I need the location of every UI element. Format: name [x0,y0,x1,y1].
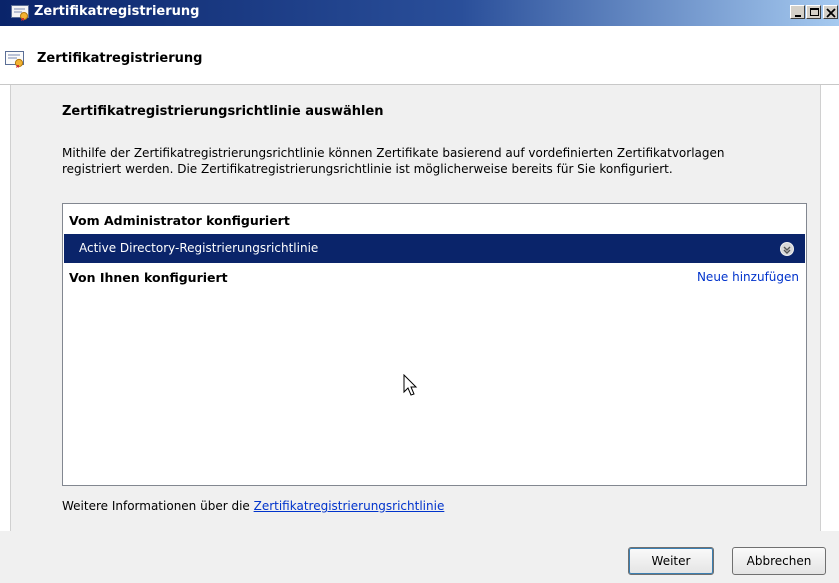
mouse-cursor-icon [403,373,419,401]
close-icon [826,8,836,18]
close-button[interactable] [823,5,838,19]
wizard-header: Zertifikatregistrierung [0,26,839,85]
policy-list[interactable]: Vom Administrator konfiguriert Active Di… [62,203,807,486]
group-header-admin: Vom Administrator konfiguriert [69,213,290,228]
minimize-button[interactable] [790,5,805,19]
window-title: Zertifikatregistrierung [34,4,200,19]
certificate-icon [11,5,29,24]
policy-item-active-directory[interactable]: Active Directory-Registrierungsrichtlini… [64,234,805,263]
wizard-content: Zertifikatregistrierungsrichtlinie auswä… [10,85,821,531]
wizard-footer: Weiter Abbrechen [0,531,839,583]
section-title: Zertifikatregistrierungsrichtlinie auswä… [62,104,384,119]
next-button[interactable]: Weiter [628,547,714,575]
certificate-icon [5,51,25,71]
page-title: Zertifikatregistrierung [37,51,203,66]
expand-details-icon[interactable] [779,241,795,260]
title-bar[interactable]: Zertifikatregistrierung [0,0,839,26]
maximize-button[interactable] [806,5,821,19]
more-info-text: Weitere Informationen über die Zertifika… [62,499,444,513]
policy-item-label: Active Directory-Registrierungsrichtlini… [79,241,319,255]
more-info-prefix: Weitere Informationen über die [62,499,254,513]
add-new-link[interactable]: Neue hinzufügen [697,270,799,284]
minimize-icon [795,15,801,17]
cancel-button[interactable]: Abbrechen [732,547,826,575]
group-header-user: Von Ihnen konfiguriert [69,270,228,285]
description-text: Mithilfe der Zertifikatregistrierungsric… [62,146,725,176]
maximize-icon [810,8,819,16]
policy-info-link[interactable]: Zertifikatregistrierungsrichtlinie [254,499,445,513]
